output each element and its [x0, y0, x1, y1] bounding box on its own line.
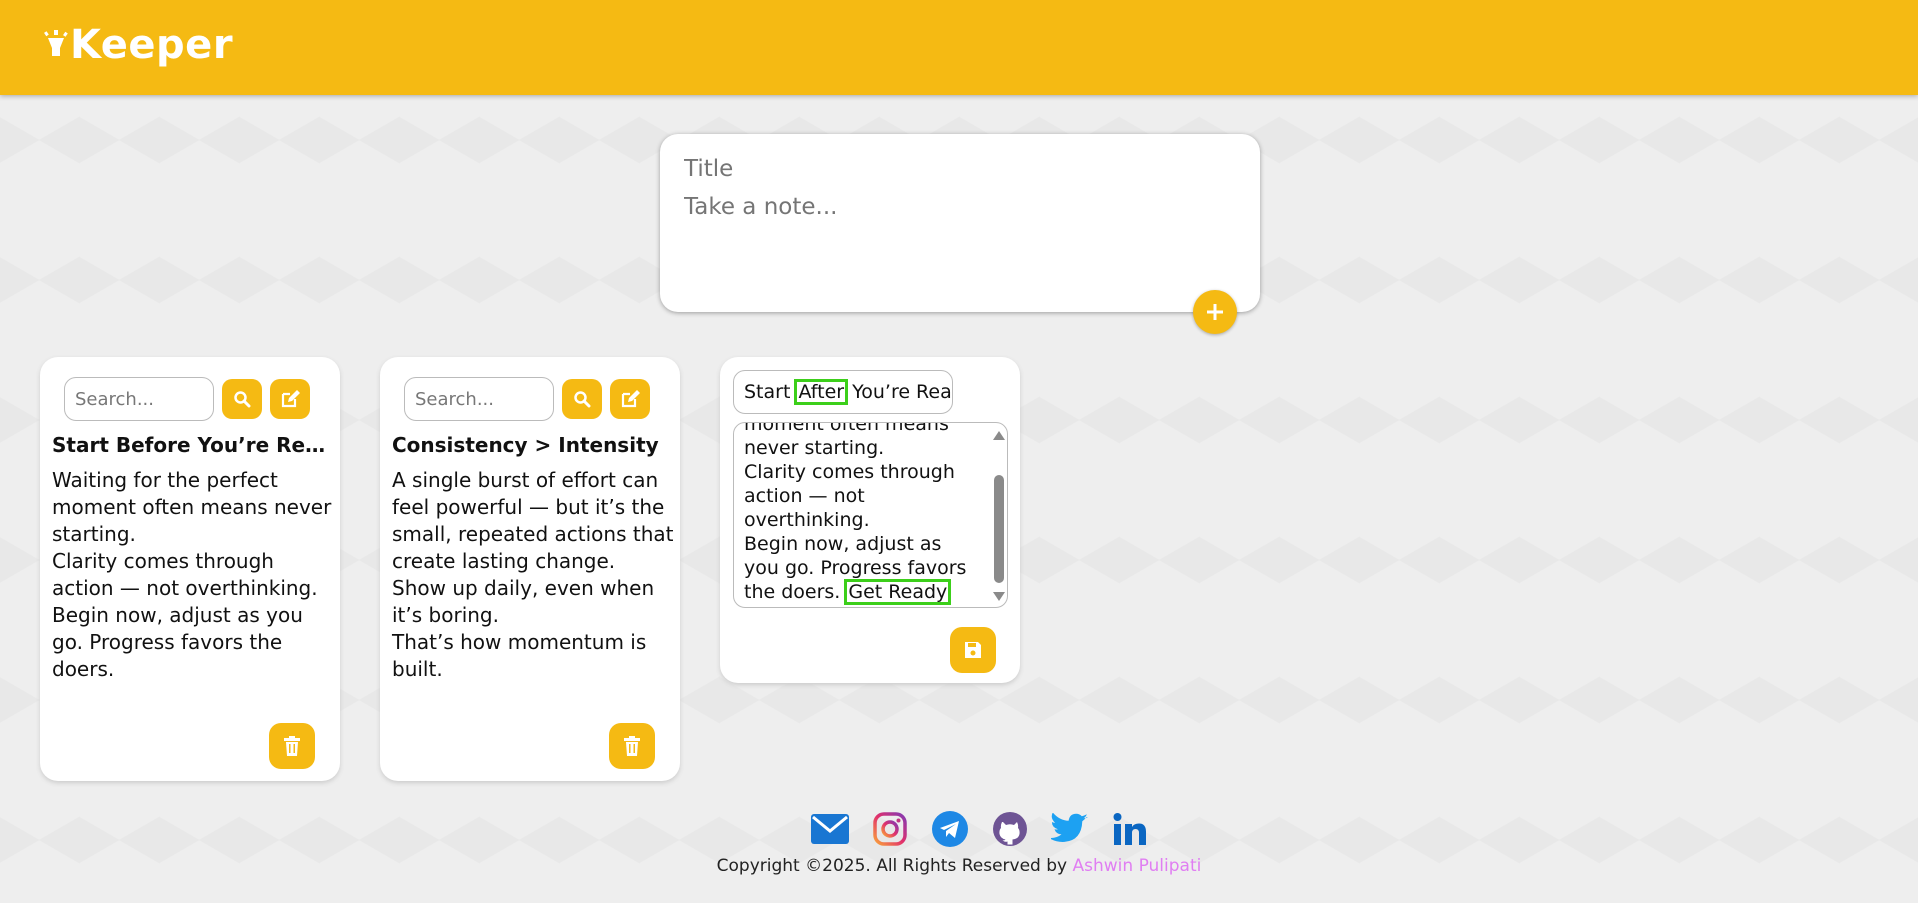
- edit-body-line: action — not: [744, 485, 865, 507]
- telegram-icon[interactable]: [931, 810, 969, 848]
- edit-body-line: moment often means: [744, 422, 949, 435]
- linkedin-icon[interactable]: [1111, 810, 1149, 848]
- search-input[interactable]: [404, 377, 554, 421]
- edit-icon: [281, 390, 300, 408]
- note-title-input[interactable]: [684, 156, 1224, 182]
- trash-icon: [284, 736, 300, 756]
- note-search-row: [404, 377, 650, 421]
- twitter-icon[interactable]: [1051, 810, 1089, 848]
- author-link[interactable]: Ashwin Pulipati: [1073, 856, 1202, 876]
- github-icon[interactable]: [991, 810, 1029, 848]
- note-body-line: Show up daily, even when it’s boring.: [392, 576, 655, 627]
- note-body-line: That’s how momentum is built.: [392, 630, 647, 681]
- note-title: Start Before You’re Rea...: [52, 433, 332, 457]
- search-icon: [574, 391, 591, 408]
- search-button[interactable]: [222, 379, 262, 419]
- trash-icon: [624, 736, 640, 756]
- scroll-thumb[interactable]: [994, 475, 1004, 583]
- logo[interactable]: Keeper: [42, 22, 233, 68]
- scroll-down-arrow-icon[interactable]: [993, 592, 1005, 601]
- save-icon: [965, 642, 981, 658]
- note-body-line: A single burst of effort can feel powerf…: [392, 468, 674, 573]
- edit-content-text: moment often means never starting. Clari…: [744, 422, 984, 605]
- app-header: Keeper: [0, 0, 1918, 95]
- edit-title-input[interactable]: Start After You’re Reac: [733, 370, 953, 414]
- note-body-line: Begin now, adjust as you go. Progress fa…: [52, 603, 303, 681]
- note-body-line: Waiting for the perfect moment often mea…: [52, 468, 332, 546]
- mail-icon[interactable]: [811, 810, 849, 848]
- search-button[interactable]: [562, 379, 602, 419]
- edit-body-line: Clarity comes through: [744, 461, 955, 483]
- scrollbar[interactable]: [991, 425, 1005, 607]
- edit-button[interactable]: [610, 379, 650, 419]
- copyright-text: Copyright ©2025. All Rights Reserved by …: [0, 856, 1918, 876]
- note-card: Consistency > Intensity A single burst o…: [380, 357, 680, 781]
- note-card: Start Before You’re Rea... Waiting for t…: [40, 357, 340, 781]
- note-content-input[interactable]: [684, 194, 1224, 284]
- edit-body-line: overthinking.: [744, 509, 870, 531]
- search-icon: [234, 391, 251, 408]
- note-body: A single burst of effort can feel powerf…: [392, 467, 676, 683]
- edit-title-text: Start: [744, 381, 797, 403]
- edit-button[interactable]: [270, 379, 310, 419]
- create-note-form: [660, 134, 1260, 312]
- edit-body-line: you go. Progress favors: [744, 557, 967, 579]
- highlighted-word: After: [794, 379, 849, 405]
- note-search-row: [64, 377, 310, 421]
- edit-content-textarea[interactable]: moment often means never starting. Clari…: [733, 422, 1008, 608]
- edit-body-line: Begin now, adjust as: [744, 533, 942, 555]
- edit-body-text: the doers.: [744, 581, 847, 603]
- plus-icon: [1207, 304, 1223, 320]
- app-name: Keeper: [70, 22, 234, 68]
- delete-note-button[interactable]: [609, 723, 655, 769]
- copyright-label: Copyright ©2025. All Rights Reserved by: [716, 856, 1073, 876]
- social-links: [42, 810, 1918, 848]
- instagram-icon[interactable]: [871, 810, 909, 848]
- edit-body-line: never starting.: [744, 437, 885, 459]
- footer: Copyright ©2025. All Rights Reserved by …: [0, 810, 1918, 876]
- highlighted-phrase: Get Ready: [844, 579, 952, 605]
- scroll-up-arrow-icon[interactable]: [993, 431, 1005, 440]
- add-note-button[interactable]: [1193, 290, 1237, 334]
- note-body-line: Clarity comes through action — not overt…: [52, 549, 318, 600]
- note-body: Waiting for the perfect moment often mea…: [52, 467, 336, 683]
- editing-note-card: Start After You’re Reac moment often mea…: [720, 357, 1020, 683]
- edit-icon: [621, 390, 640, 408]
- note-title: Consistency > Intensity: [392, 433, 659, 457]
- delete-note-button[interactable]: [269, 723, 315, 769]
- lightbulb-icon: [44, 30, 68, 56]
- edit-title-text: You’re Reac: [846, 381, 953, 403]
- edit-body-line: the doers. Get Ready: [744, 579, 984, 605]
- save-note-button[interactable]: [950, 627, 996, 673]
- search-input[interactable]: [64, 377, 214, 421]
